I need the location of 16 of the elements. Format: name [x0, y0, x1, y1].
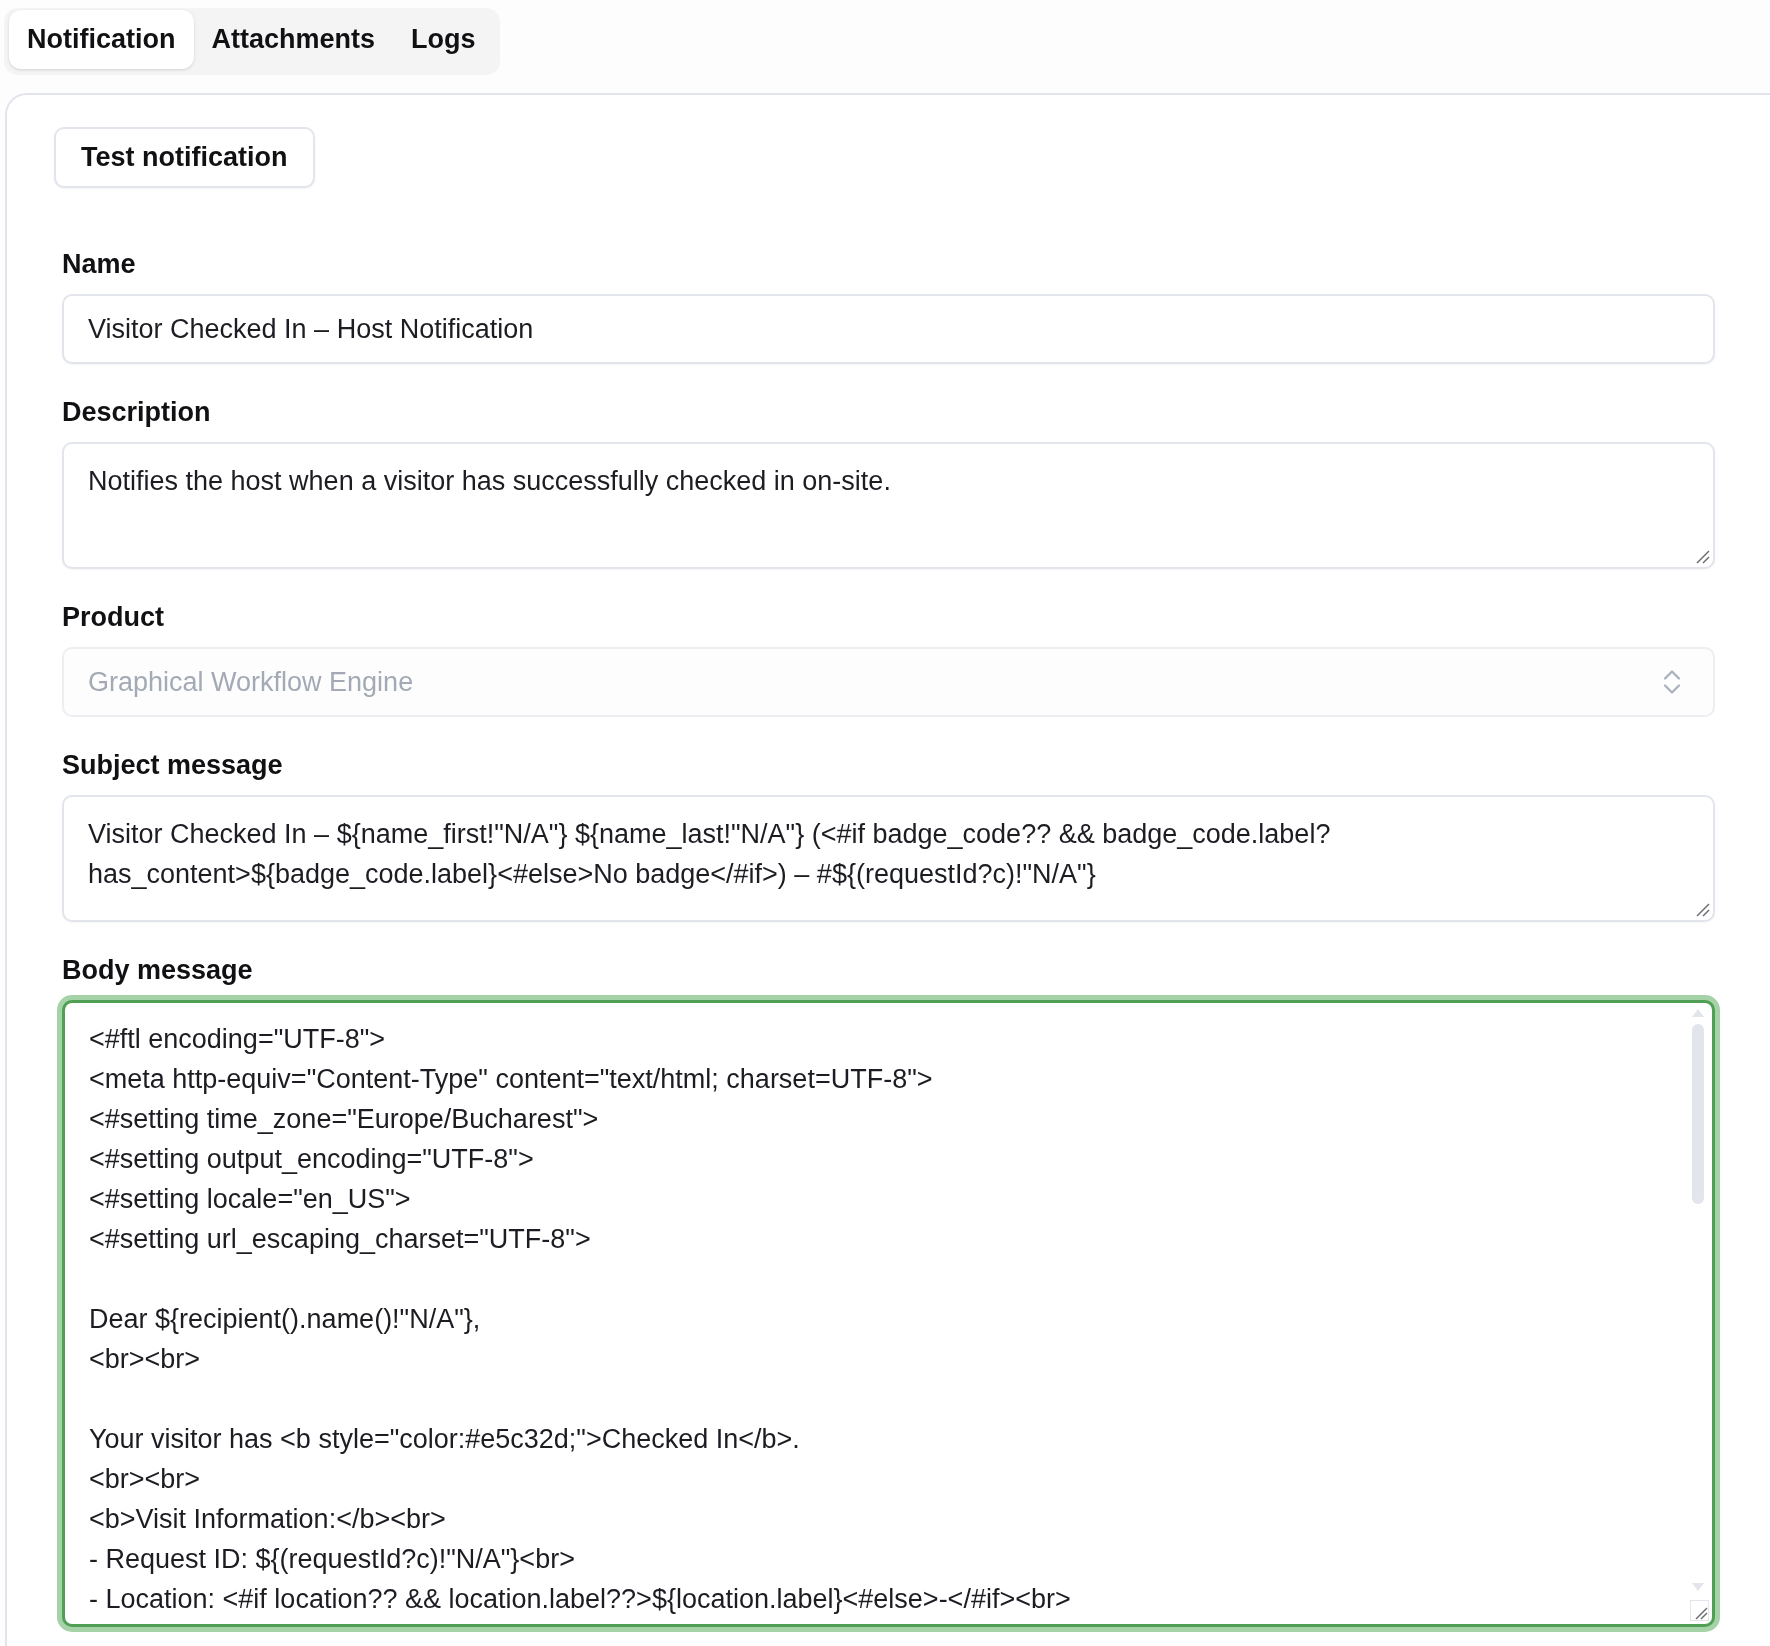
scrollbar-thumb[interactable]	[1692, 1024, 1704, 1204]
text-area[interactable]: Visitor Checked In – ${name_first!"N/A"} ${name_last!"N/A"} (<#if badge_code?? && badge_code.label?has_content>${badge_code.label}<#else>No badge</#if>) – #${(requestId?c)!"N/A"}	[62, 795, 1715, 922]
test-notification-button[interactable]: Test notification	[54, 127, 315, 188]
field-label: Subject message	[62, 749, 283, 782]
tab[interactable]: Notification	[9, 10, 194, 69]
resize-handle-icon[interactable]	[1696, 550, 1710, 564]
text-area[interactable]: Notifies the host when a visitor has successfully checked in on-site.	[62, 442, 1715, 569]
tab[interactable]: Logs	[393, 10, 494, 69]
tab[interactable]: Attachments	[193, 10, 394, 69]
field-label: Description	[62, 396, 211, 429]
field-label: Name	[62, 248, 136, 281]
field-label: Body message	[62, 954, 253, 987]
field-label: Product	[62, 601, 164, 634]
chevron-up-down-icon	[1663, 669, 1681, 695]
resize-handle-icon[interactable]	[1696, 903, 1710, 917]
text-input[interactable]: Visitor Checked In – Host Notification	[62, 294, 1715, 364]
